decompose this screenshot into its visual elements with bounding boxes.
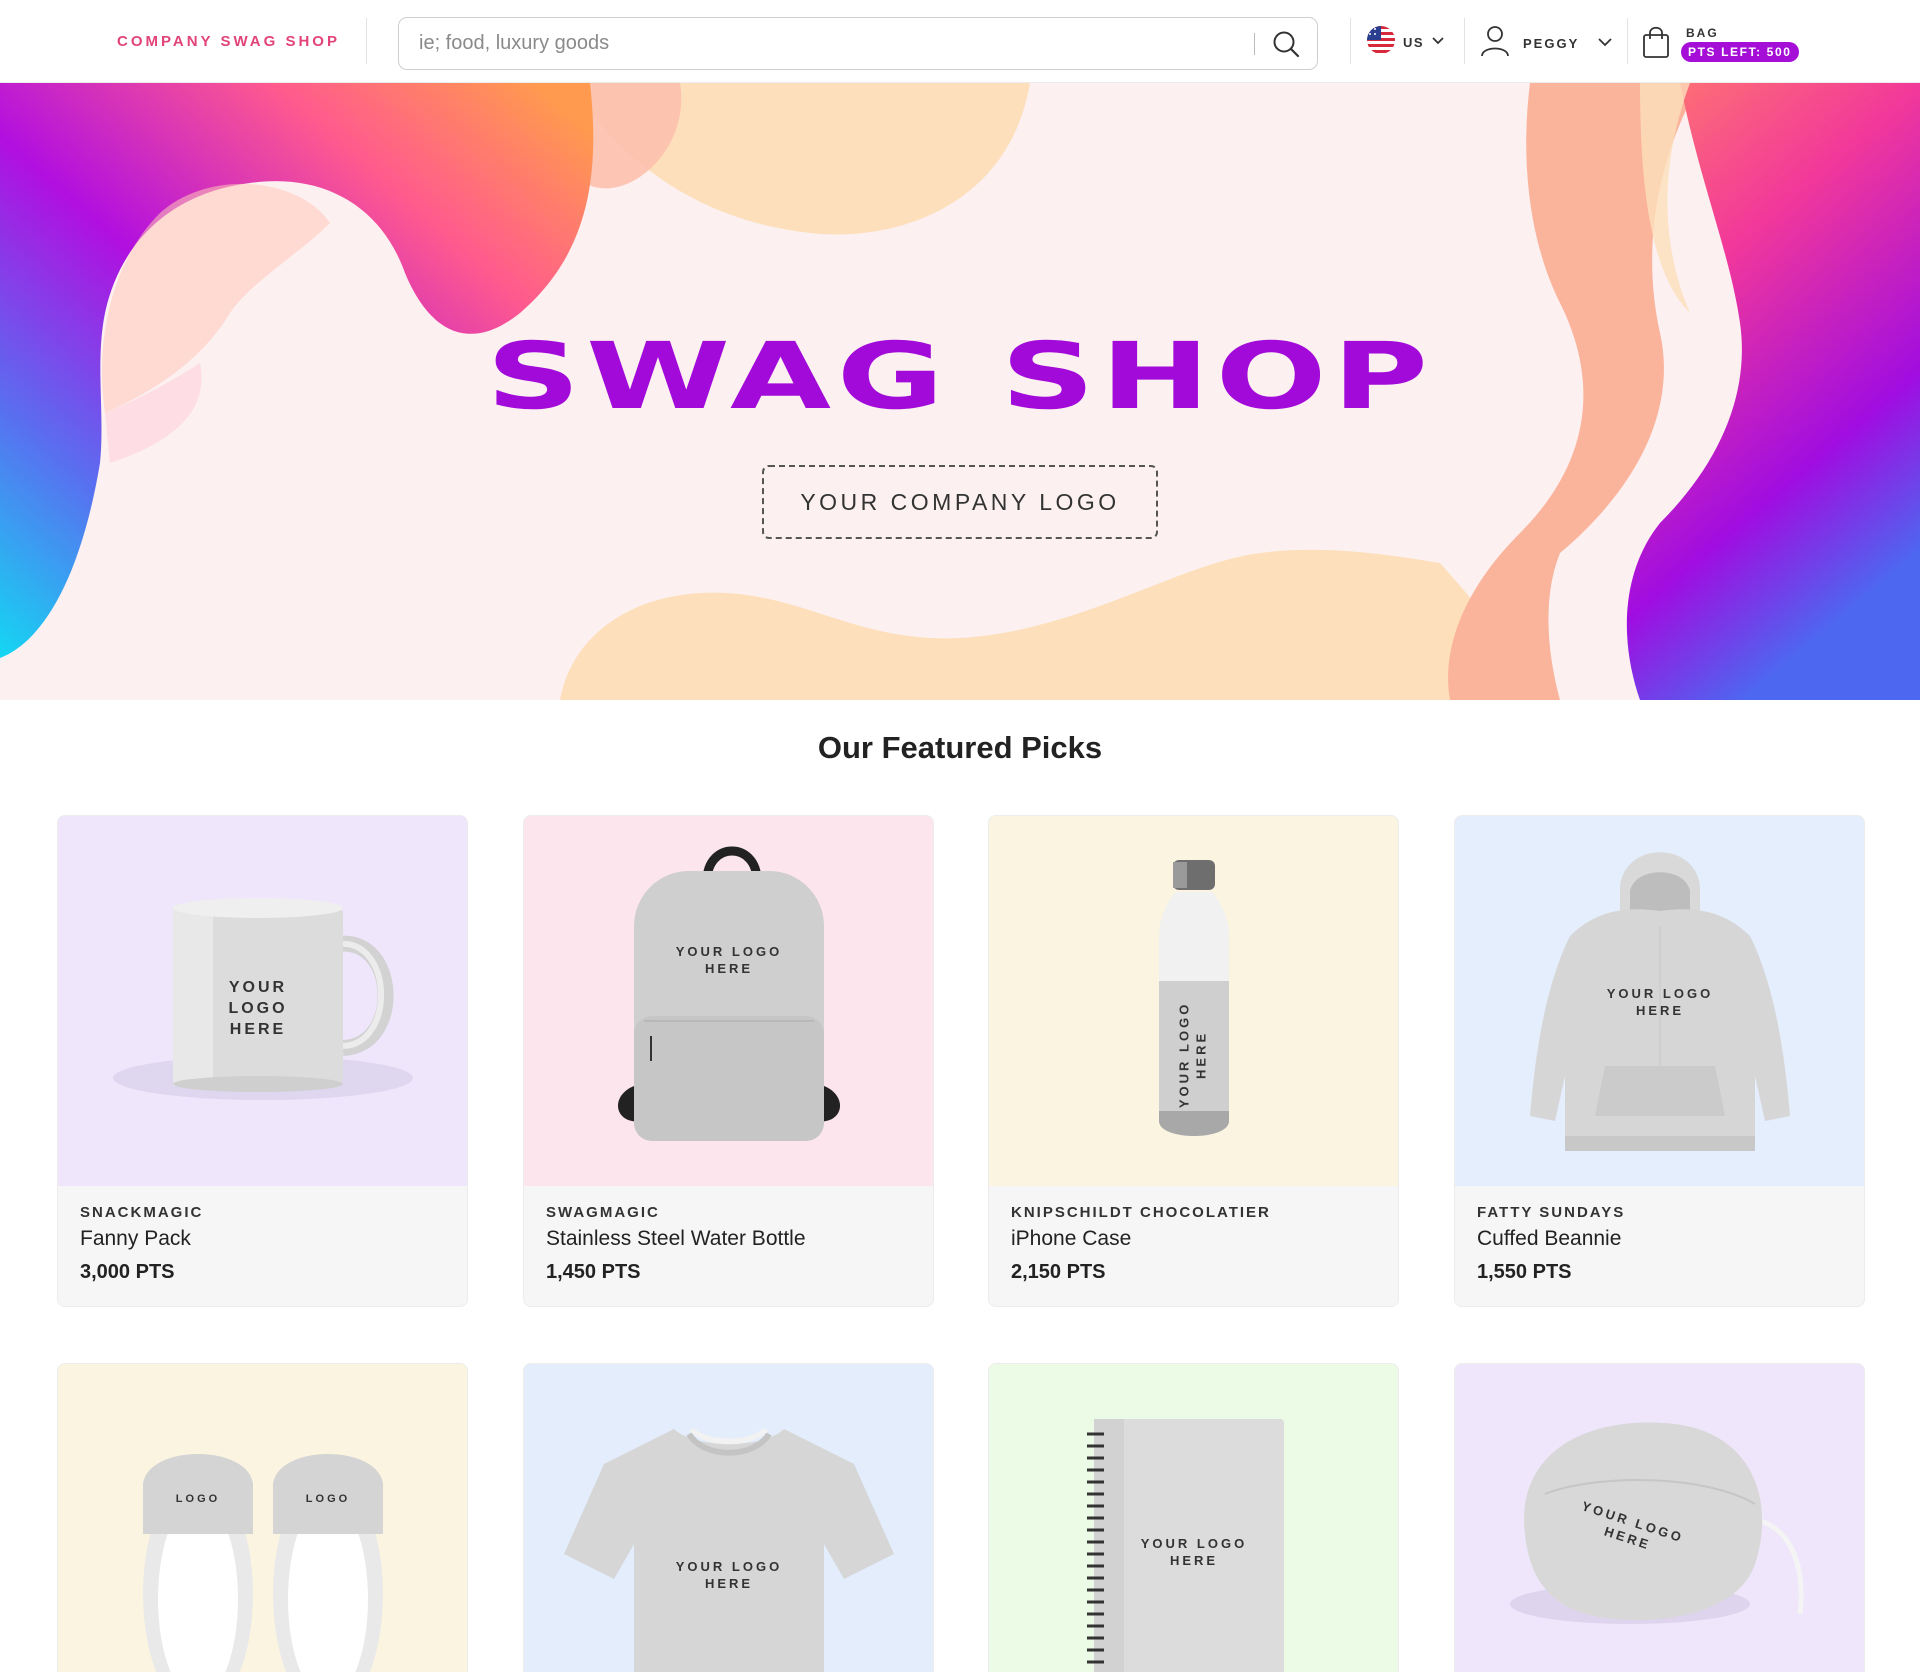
product-name: Cuffed Beannie xyxy=(1477,1227,1622,1250)
product-image-t-shirt: YOUR LOGO HERE xyxy=(524,1364,933,1672)
divider xyxy=(1627,18,1628,64)
hero-banner: SWAG SHOP YOUR COMPANY LOGO xyxy=(0,83,1920,700)
brand-logo[interactable]: COMPANY SWAG SHOP xyxy=(117,0,340,83)
product-image-mug: YOUR LOGO HERE xyxy=(58,816,467,1186)
section-title: Our Featured Picks xyxy=(817,730,1103,765)
chevron-down-icon xyxy=(1431,33,1445,51)
shopping-bag-button[interactable]: BAG PTS LEFT: 500 xyxy=(1641,24,1799,64)
company-logo-placeholder: YOUR COMPANY LOGO xyxy=(762,465,1158,539)
points-left-badge: PTS LEFT: 500 xyxy=(1681,42,1799,62)
divider xyxy=(1464,18,1465,64)
product-image-face-mask: YOUR LOGO HERE xyxy=(1455,1364,1864,1672)
product-name: iPhone Case xyxy=(1011,1227,1132,1250)
product-info: SNACKMAGIC Fanny Pack 3,000 PTS xyxy=(58,1186,467,1306)
divider xyxy=(1350,18,1351,64)
hero-title: SWAG SHOP xyxy=(486,323,1434,430)
us-flag-icon xyxy=(1366,25,1396,60)
bag-summary: BAG PTS LEFT: 500 xyxy=(1681,26,1799,62)
product-vendor: SWAGMAGIC xyxy=(546,1204,660,1221)
search-input[interactable] xyxy=(399,18,1254,69)
product-vendor: KNIPSCHILDT CHOCOLATIER xyxy=(1011,1204,1271,1221)
shopping-bag-icon xyxy=(1641,25,1671,64)
logo-text: LOGO xyxy=(305,1493,351,1505)
divider xyxy=(366,18,367,64)
product-price: 1,550 PTS xyxy=(1477,1261,1572,1283)
search-bar xyxy=(398,17,1318,70)
product-image-water-bottle: YOUR LOGO HERE xyxy=(989,816,1398,1186)
logo-text: YOUR LOGO HERE xyxy=(1176,1001,1209,1109)
product-info: KNIPSCHILDT CHOCOLATIER iPhone Case 2,15… xyxy=(989,1186,1398,1306)
product-price: 3,000 PTS xyxy=(80,1261,175,1283)
product-card[interactable]: YOUR LOGO HERE FATTY SUNDAYS Cuffed Bean… xyxy=(1454,815,1865,1307)
product-card[interactable]: YOUR LOGO HERE xyxy=(523,1363,934,1672)
product-image-notebook: YOUR LOGO HERE xyxy=(989,1364,1398,1672)
top-nav: COMPANY SWAG SHOP ie; food, luxury goods… xyxy=(0,0,1920,83)
product-price: 1,450 PTS xyxy=(546,1261,641,1283)
search-icon[interactable] xyxy=(1255,18,1317,69)
user-name: PEGGY xyxy=(1523,35,1580,51)
logo-text: YOUR LOGO HERE xyxy=(1606,986,1714,1018)
product-image-hoodie: YOUR LOGO HERE xyxy=(1455,816,1864,1186)
product-card[interactable]: YOUR LOGO HERE KNIPSCHILDT CHOCOLATIER i… xyxy=(988,815,1399,1307)
product-vendor: SNACKMAGIC xyxy=(80,1204,204,1221)
product-name: Fanny Pack xyxy=(80,1227,191,1250)
product-info: SWAGMAGIC Stainless Steel Water Bottle 1… xyxy=(524,1186,933,1306)
product-card[interactable]: YOUR LOGO HERE xyxy=(988,1363,1399,1672)
product-card[interactable]: YOUR LOGO HERE xyxy=(1454,1363,1865,1672)
logo-text: LOGO xyxy=(175,1493,221,1505)
chevron-down-icon xyxy=(1597,34,1613,52)
product-card[interactable]: YOUR LOGO HERE SWAGMAGIC Stainless Steel… xyxy=(523,815,934,1307)
bag-label: BAG xyxy=(1686,26,1719,40)
product-image-backpack: YOUR LOGO HERE xyxy=(524,816,933,1186)
locale-code: US xyxy=(1403,34,1425,50)
product-card[interactable]: YOUR LOGO HERE SNACKMAGIC Fanny Pack 3,0… xyxy=(57,815,468,1307)
product-image-slides: LOGO LOGO xyxy=(58,1364,467,1672)
logo-text: YOUR LOGO HERE xyxy=(1140,1536,1248,1568)
product-name: Stainless Steel Water Bottle xyxy=(546,1227,806,1250)
product-card[interactable]: LOGO LOGO xyxy=(57,1363,468,1672)
product-info: FATTY SUNDAYS Cuffed Beannie 1,550 PTS xyxy=(1455,1186,1864,1306)
user-icon xyxy=(1480,25,1510,62)
user-menu[interactable]: PEGGY xyxy=(1480,25,1613,62)
logo-text: YOUR LOGO HERE xyxy=(675,944,783,976)
locale-selector[interactable]: US xyxy=(1366,25,1445,60)
logo-text: YOUR LOGO HERE xyxy=(675,1559,783,1591)
product-vendor: FATTY SUNDAYS xyxy=(1477,1204,1626,1221)
product-price: 2,150 PTS xyxy=(1011,1261,1106,1283)
logo-text: YOUR LOGO HERE xyxy=(228,979,288,1038)
